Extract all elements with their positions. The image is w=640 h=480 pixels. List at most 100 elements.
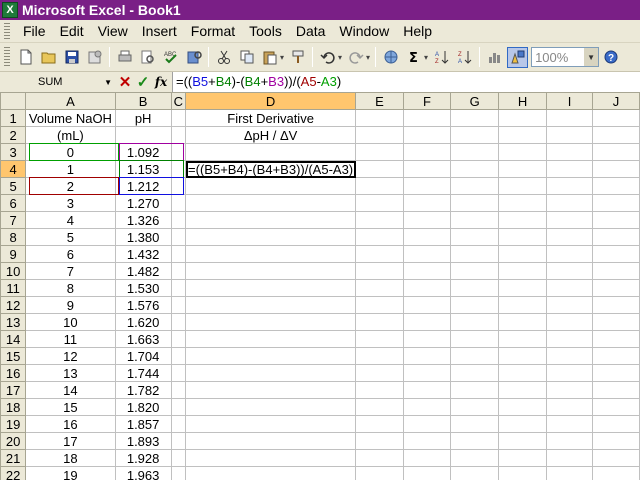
cell-h6[interactable] (498, 194, 548, 212)
cell-c3[interactable] (170, 143, 187, 161)
cell-i5[interactable] (546, 177, 594, 195)
cell-f5[interactable] (402, 177, 452, 195)
row-header[interactable]: 5 (0, 177, 27, 195)
cell-f1[interactable] (402, 109, 452, 127)
cell-b9[interactable]: 1.432 (114, 245, 172, 263)
cell-i13[interactable] (546, 313, 594, 331)
undo-button[interactable] (317, 47, 338, 68)
cell-d3[interactable] (185, 143, 357, 161)
cell-j18[interactable] (592, 398, 640, 416)
cell-d8[interactable] (185, 228, 357, 246)
cell-d17[interactable] (185, 381, 357, 399)
cell-i4[interactable] (546, 160, 594, 178)
cell-c13[interactable] (170, 313, 187, 331)
cell-e18[interactable] (355, 398, 404, 416)
cell-c4[interactable] (170, 160, 187, 178)
cell-e17[interactable] (355, 381, 404, 399)
sort-descending-button[interactable]: ZA (454, 47, 475, 68)
cell-i6[interactable] (546, 194, 594, 212)
cell-g5[interactable] (450, 177, 500, 195)
cell-d22[interactable] (185, 466, 357, 480)
menu-data[interactable]: Data (289, 23, 333, 39)
cell-b1[interactable]: pH (114, 109, 172, 127)
cell-f18[interactable] (402, 398, 452, 416)
cell-i9[interactable] (546, 245, 594, 263)
cell-a20[interactable]: 17 (25, 432, 116, 450)
cell-b22[interactable]: 1.963 (114, 466, 172, 480)
cell-h2[interactable] (498, 126, 548, 144)
cell-f10[interactable] (402, 262, 452, 280)
cell-a2[interactable]: (mL) (25, 126, 116, 144)
cell-j4[interactable] (592, 160, 640, 178)
new-button[interactable] (15, 47, 36, 68)
cell-c19[interactable] (170, 415, 187, 433)
cell-f14[interactable] (402, 330, 452, 348)
menu-bar-grip[interactable] (4, 23, 10, 39)
format-painter-button[interactable] (287, 47, 308, 68)
cell-a8[interactable]: 5 (25, 228, 116, 246)
cell-d13[interactable] (185, 313, 357, 331)
cell-f3[interactable] (402, 143, 452, 161)
cell-e13[interactable] (355, 313, 404, 331)
cell-a10[interactable]: 7 (25, 262, 116, 280)
cell-a22[interactable]: 19 (25, 466, 116, 480)
cell-j14[interactable] (592, 330, 640, 348)
menu-help[interactable]: Help (396, 23, 439, 39)
cell-c17[interactable] (170, 381, 187, 399)
cell-e21[interactable] (355, 449, 404, 467)
cell-i11[interactable] (546, 279, 594, 297)
cell-a12[interactable]: 9 (25, 296, 116, 314)
cell-a11[interactable]: 8 (25, 279, 116, 297)
sort-ascending-button[interactable]: AZ (431, 47, 452, 68)
cell-i7[interactable] (546, 211, 594, 229)
cell-i16[interactable] (546, 364, 594, 382)
cell-i10[interactable] (546, 262, 594, 280)
cell-c16[interactable] (170, 364, 187, 382)
cell-c11[interactable] (170, 279, 187, 297)
autosum-button[interactable]: Σ (403, 47, 424, 68)
cell-j10[interactable] (592, 262, 640, 280)
row-header[interactable]: 12 (0, 296, 27, 314)
cell-c9[interactable] (170, 245, 187, 263)
zoom-dropdown-arrow[interactable]: ▼ (584, 48, 599, 66)
column-header-j[interactable]: J (592, 92, 640, 110)
help-button[interactable]: ? (600, 47, 621, 68)
column-header-a[interactable]: A (25, 92, 116, 110)
cell-j8[interactable] (592, 228, 640, 246)
row-header[interactable]: 2 (0, 126, 27, 144)
cell-f4[interactable] (402, 160, 452, 178)
cell-e22[interactable] (355, 466, 404, 480)
cell-j20[interactable] (592, 432, 640, 450)
row-header[interactable]: 21 (0, 449, 27, 467)
cell-i8[interactable] (546, 228, 594, 246)
cell-h19[interactable] (498, 415, 548, 433)
menu-insert[interactable]: Insert (135, 23, 184, 39)
cell-e16[interactable] (355, 364, 404, 382)
cell-a5[interactable]: 2 (25, 177, 116, 195)
cell-a19[interactable]: 16 (25, 415, 116, 433)
cell-c6[interactable] (170, 194, 187, 212)
cell-f16[interactable] (402, 364, 452, 382)
cell-g2[interactable] (450, 126, 500, 144)
cell-j12[interactable] (592, 296, 640, 314)
cell-d6[interactable] (185, 194, 357, 212)
column-header-e[interactable]: E (355, 92, 404, 110)
cell-g4[interactable] (450, 160, 500, 178)
column-header-d[interactable]: D (185, 92, 357, 110)
cell-h12[interactable] (498, 296, 548, 314)
cell-b5[interactable]: 1.212 (114, 177, 172, 195)
column-header-c[interactable]: C (170, 92, 187, 110)
cell-f13[interactable] (402, 313, 452, 331)
enter-formula-button[interactable]: ✓ (134, 73, 152, 91)
cell-f22[interactable] (402, 466, 452, 480)
cell-b8[interactable]: 1.380 (114, 228, 172, 246)
column-header-g[interactable]: G (450, 92, 500, 110)
cell-d10[interactable] (185, 262, 357, 280)
cell-g3[interactable] (450, 143, 500, 161)
open-button[interactable] (38, 47, 59, 68)
redo-dropdown[interactable]: ▾ (366, 53, 370, 62)
save-button[interactable] (61, 47, 82, 68)
cell-h15[interactable] (498, 347, 548, 365)
cell-j16[interactable] (592, 364, 640, 382)
cell-e7[interactable] (355, 211, 404, 229)
